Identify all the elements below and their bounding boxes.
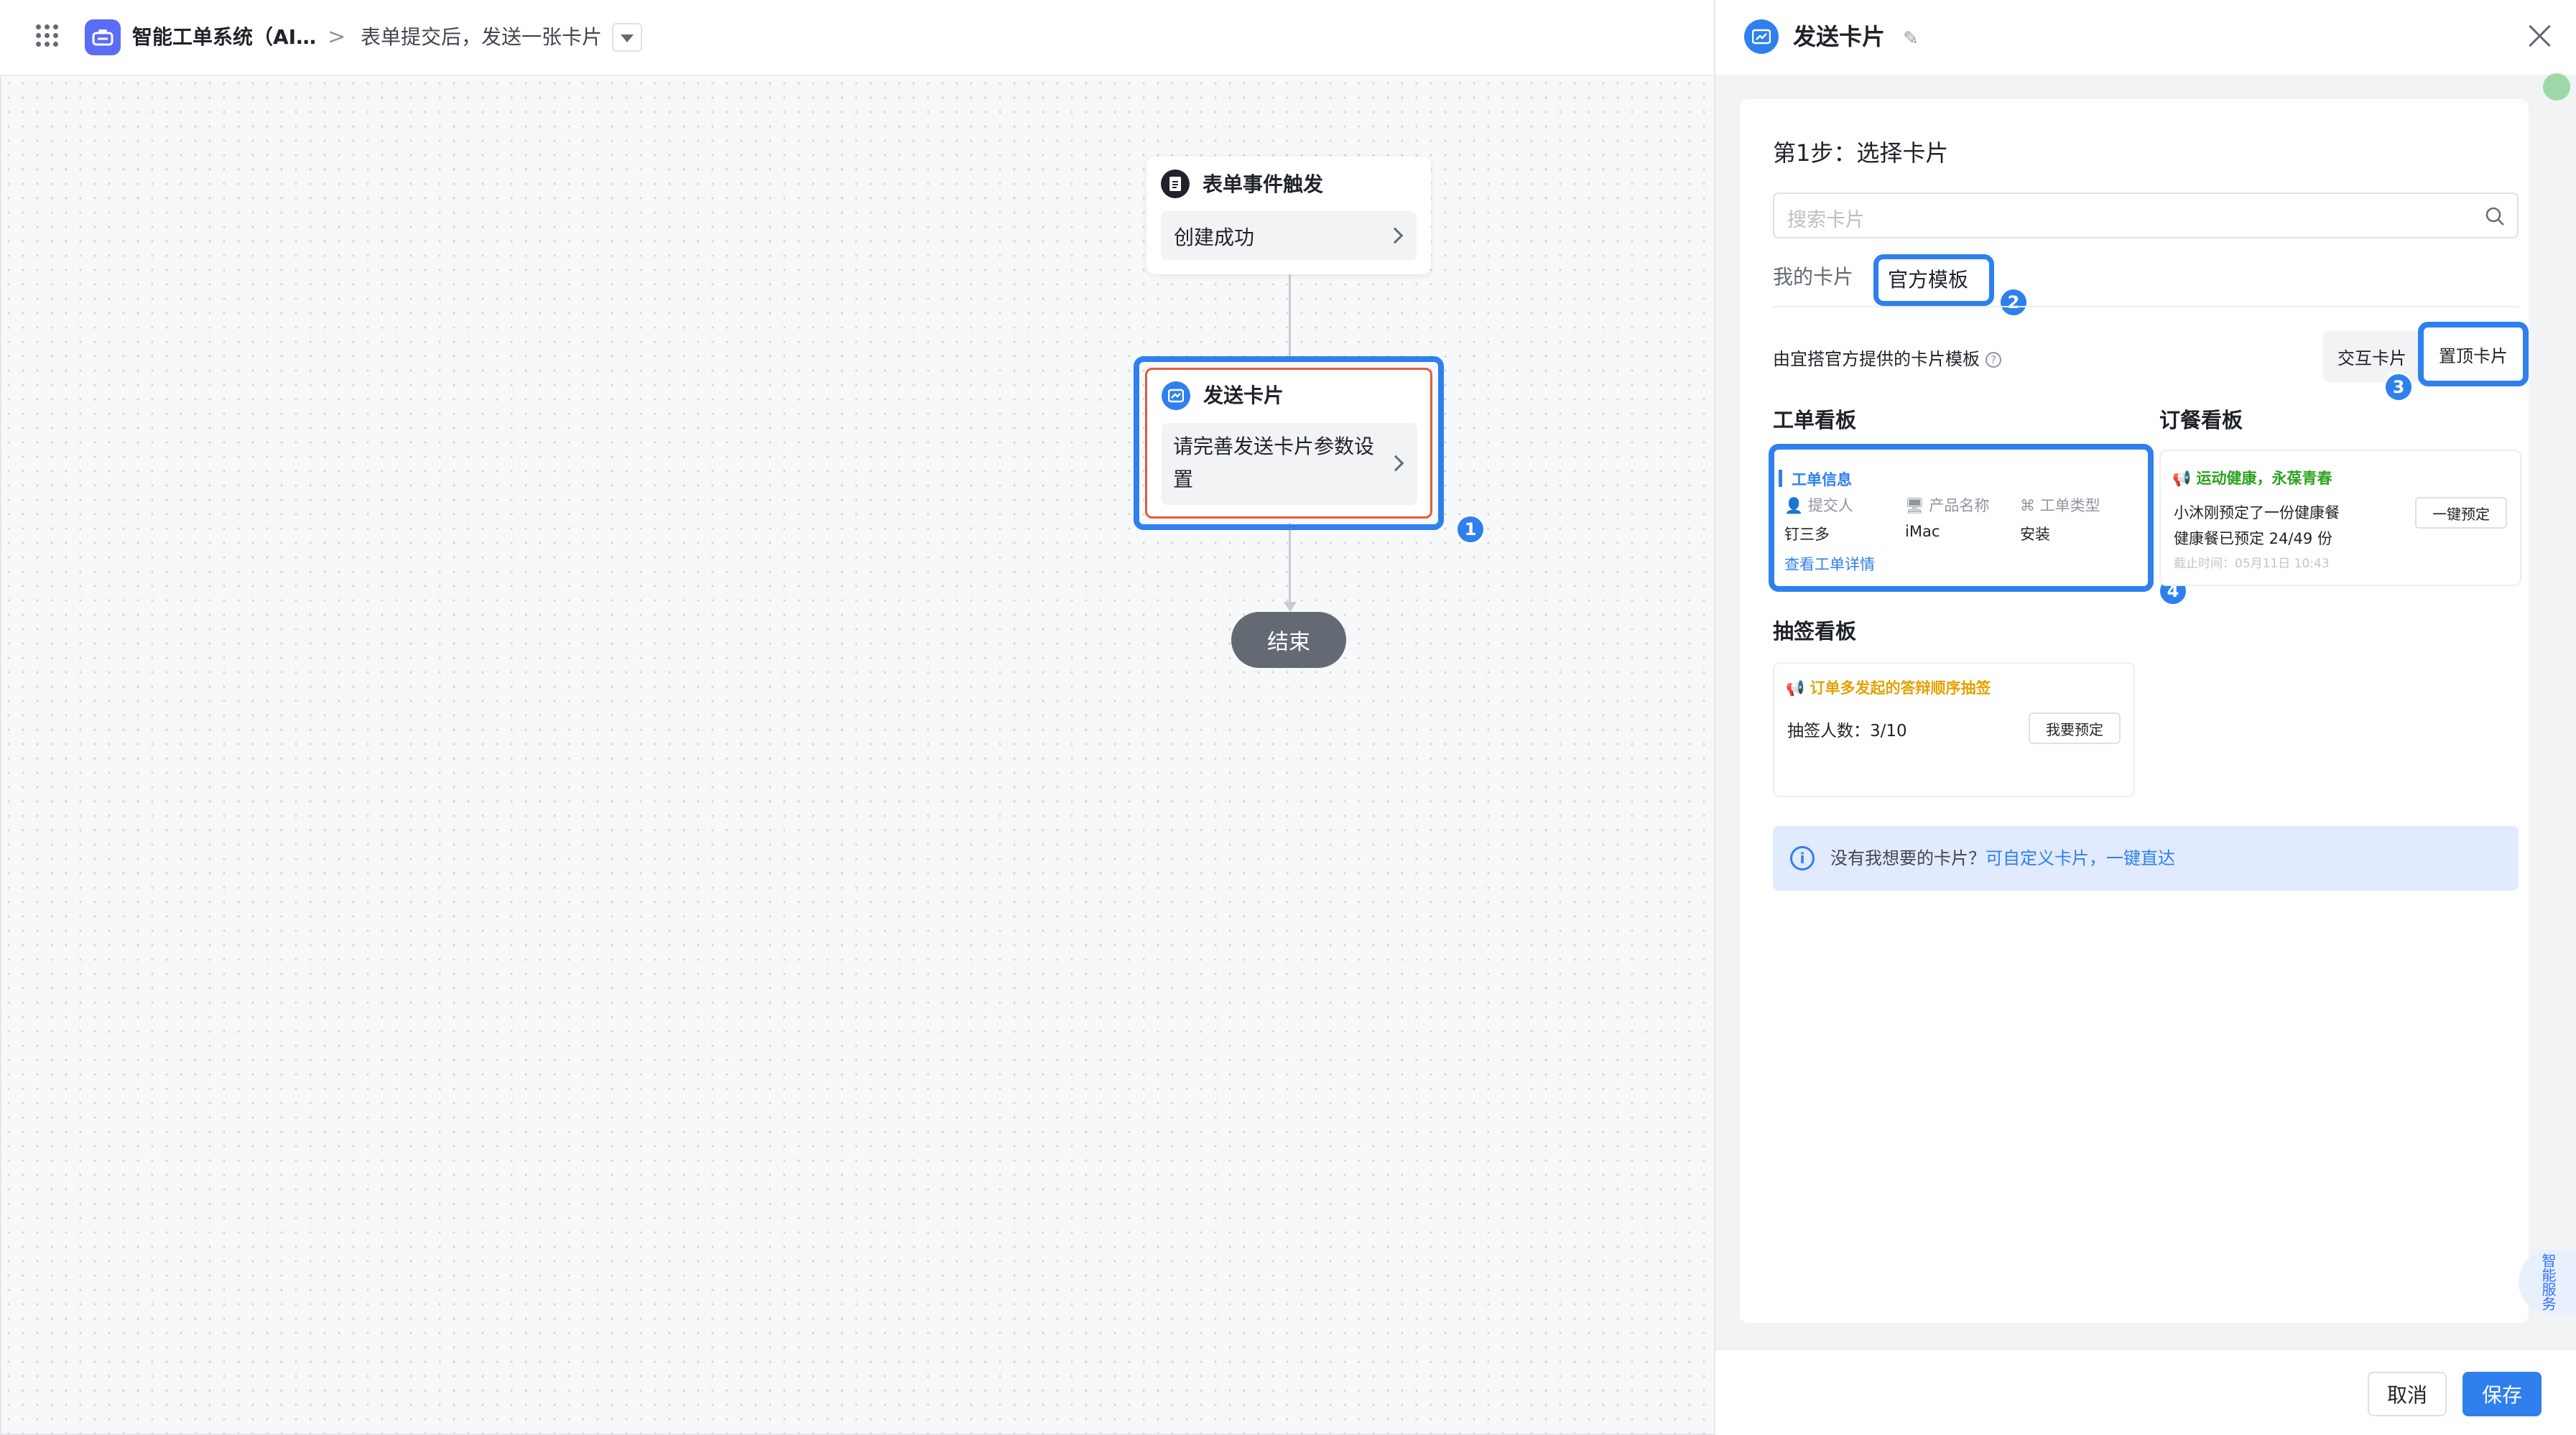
annotation-badge-3: 3 <box>2383 372 2414 402</box>
user-icon: 👤 <box>1784 497 1804 514</box>
send-card-node-value: 请完善发送卡片参数设置 <box>1173 435 1375 491</box>
step-title: 第1步：选择卡片 <box>1773 139 1949 167</box>
trigger-node[interactable]: 表单事件触发 创建成功 <box>1146 157 1431 274</box>
card-icon <box>1162 381 1190 410</box>
send-card-panel: 发送卡片 ✎ 第1步：选择卡片 搜索卡片 我的卡片 官方模板 2 由宜搭官方提供… <box>1714 0 2576 1435</box>
custom-card-link[interactable]: 可自定义卡片，一键直达 <box>1986 848 2175 868</box>
field-submitter-label: 👤 提交人 <box>1784 494 1853 516</box>
template-description-text: 由宜搭官方提供的卡片模板 <box>1773 349 1980 369</box>
end-node[interactable]: 结束 <box>1231 612 1346 668</box>
panel-content: 第1步：选择卡片 搜索卡片 我的卡片 官方模板 2 由宜搭官方提供的卡片模板? … <box>1740 99 2529 1323</box>
breadcrumb-page-title[interactable]: 表单提交后，发送一张卡片 <box>361 19 602 55</box>
tab-official-templates[interactable]: 官方模板 <box>1888 264 1968 293</box>
meal-card-title: 📢 运动健康，永葆青春 <box>2172 467 2332 488</box>
chevron-right-icon <box>1386 227 1404 244</box>
close-icon[interactable] <box>2527 23 2553 49</box>
ticket-detail-link[interactable]: 查看工单详情 <box>1784 553 1875 575</box>
panel-footer: 取消 保存 <box>1715 1349 2576 1435</box>
search-placeholder: 搜索卡片 <box>1787 209 1865 231</box>
field-product-label: 🖥 产品名称 <box>1905 494 1989 516</box>
lottery-reserve-button[interactable]: 我要预定 <box>2029 712 2121 744</box>
field-type-value: 安装 <box>2020 526 2050 543</box>
panel-header: 发送卡片 ✎ <box>1715 0 2576 75</box>
lottery-template-card[interactable]: 📢 订单多发起的答辩顺序抽签 抽签人数：3/10 我要预定 <box>1773 662 2135 797</box>
save-button[interactable]: 保存 <box>2463 1372 2542 1416</box>
meal-card-title-text: 运动健康，永葆青春 <box>2196 470 2332 487</box>
title-accent-bar <box>1779 470 1782 487</box>
annotation-badge-2: 2 <box>1998 287 2029 317</box>
send-card-node-title: 发送卡片 <box>1203 384 1284 407</box>
send-card-node-body[interactable]: 请完善发送卡片参数设置 <box>1162 423 1417 505</box>
app-grid-icon[interactable] <box>36 24 59 47</box>
send-card-node[interactable]: 发送卡片 请完善发送卡片参数设置 <box>1145 368 1432 519</box>
lottery-card-count: 抽签人数：3/10 <box>1787 722 1907 740</box>
info-banner-text: 没有我想要的卡片？可自定义卡片，一键直达 <box>1830 846 2175 870</box>
smart-assistant-button[interactable]: 智能服务 <box>2519 1250 2576 1314</box>
search-input[interactable]: 搜索卡片 <box>1773 192 2519 238</box>
section-lottery-heading: 抽签看板 <box>1773 619 1857 644</box>
lottery-card-title-text: 订单多发起的答辩顺序抽签 <box>1810 679 1991 697</box>
meal-card-line2: 健康餐已预定 24/49 份 <box>2174 530 2332 547</box>
search-icon[interactable] <box>2484 205 2506 227</box>
top-bar: 智能工单系统（AI… > 表单提交后，发送一张卡片 <box>0 0 1714 76</box>
tab-my-cards[interactable]: 我的卡片 <box>1773 261 1853 290</box>
connector-line <box>1289 523 1291 606</box>
grid-icon: ⌘ <box>2020 497 2035 514</box>
info-banner: i 没有我想要的卡片？可自定义卡片，一键直达 <box>1773 826 2519 891</box>
info-question: 没有我想要的卡片？ <box>1830 848 1986 868</box>
field-product-label-text: 产品名称 <box>1929 497 1990 514</box>
section-meal-heading: 订餐看板 <box>2159 408 2243 432</box>
section-ticket-heading: 工单看板 <box>1773 408 1857 432</box>
breadcrumb-chevron-icon: > <box>328 24 346 50</box>
tab-divider <box>1773 306 2519 307</box>
connector-line <box>1289 274 1291 358</box>
filter-pinned-cards[interactable]: 置顶卡片 <box>2427 330 2520 378</box>
field-type-label-text: 工单类型 <box>2039 497 2100 514</box>
meal-template-card[interactable]: 📢 运动健康，永葆青春 小沐刚预定了一份健康餐 健康餐已预定 24/49 份 截… <box>2159 450 2521 586</box>
info-icon: i <box>1790 846 1815 870</box>
monitor-icon: 🖥 <box>1905 497 1924 514</box>
ticket-template-card[interactable]: 工单信息 👤 提交人 钉三多 🖥 产品名称 iMac ⌘ 工单类型 安装 查看工… <box>1779 454 2144 582</box>
help-icon[interactable]: ? <box>1986 352 2001 368</box>
chevron-right-icon <box>1387 455 1404 472</box>
megaphone-icon: 📢 <box>2172 470 2192 487</box>
lottery-card-title: 📢 订单多发起的答辩顺序抽签 <box>1786 677 1991 698</box>
flow-canvas[interactable] <box>0 76 1714 1435</box>
edit-pencil-icon[interactable]: ✎ <box>1903 28 1919 50</box>
ticket-card-title: 工单信息 <box>1792 471 1852 488</box>
meal-reserve-button[interactable]: 一键预定 <box>2415 497 2507 529</box>
app-logo-icon <box>85 19 121 55</box>
panel-title: 发送卡片 ✎ <box>1793 19 1919 57</box>
meal-card-deadline: 截止时间：05月11日 10:43 <box>2174 557 2330 571</box>
megaphone-icon: 📢 <box>1786 679 1805 697</box>
field-submitter-value: 钉三多 <box>1784 526 1830 543</box>
trigger-node-title: 表单事件触发 <box>1203 172 1324 196</box>
field-type-label: ⌘ 工单类型 <box>2020 494 2100 516</box>
arrow-down-icon <box>1284 602 1297 612</box>
meal-card-line1: 小沐刚预定了一份健康餐 <box>2174 504 2340 521</box>
document-icon <box>1161 169 1190 198</box>
card-icon <box>1744 19 1779 54</box>
cancel-button[interactable]: 取消 <box>2368 1372 2447 1416</box>
field-product-value: iMac <box>1905 523 1940 540</box>
field-submitter-label-text: 提交人 <box>1807 497 1853 514</box>
template-description: 由宜搭官方提供的卡片模板? <box>1773 345 2001 370</box>
trigger-node-body[interactable]: 创建成功 <box>1161 211 1417 260</box>
breadcrumb-app-name[interactable]: 智能工单系统（AI… <box>132 19 316 55</box>
page-dropdown-button[interactable] <box>612 23 642 52</box>
panel-title-text: 发送卡片 <box>1793 23 1886 50</box>
status-dot <box>2543 73 2570 101</box>
annotation-badge-1: 1 <box>1455 514 1486 544</box>
trigger-node-value: 创建成功 <box>1174 226 1255 249</box>
